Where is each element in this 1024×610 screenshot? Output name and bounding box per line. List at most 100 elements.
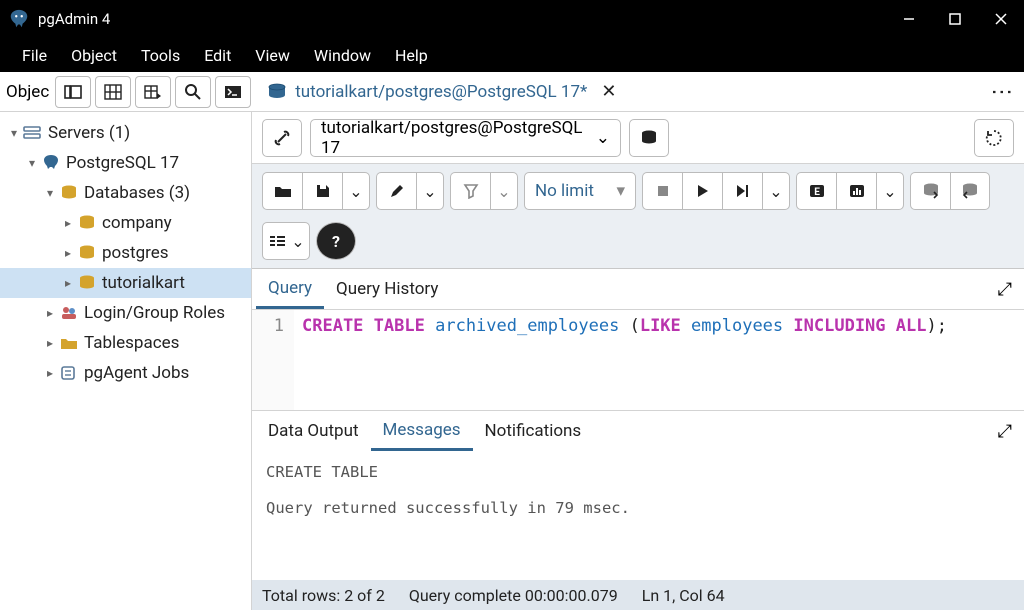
tab-query-history[interactable]: Query History xyxy=(324,271,450,307)
maximize-button[interactable] xyxy=(932,0,978,38)
commit-icon[interactable] xyxy=(910,172,950,210)
explain-dropdown-icon[interactable]: ⌄ xyxy=(876,172,904,210)
execute-line-icon[interactable] xyxy=(722,172,762,210)
close-button[interactable] xyxy=(978,0,1024,38)
editor-tabs: Query Query History ⤢ xyxy=(252,269,1024,309)
pgadmin-logo-icon xyxy=(8,8,30,30)
status-rows: Total rows: 2 of 2 xyxy=(262,586,385,605)
menu-help[interactable]: Help xyxy=(383,42,440,69)
titlebar: pgAdmin 4 xyxy=(0,0,1024,38)
editor-tab-label: tutorialkart/postgres@PostgreSQL 17* xyxy=(295,82,587,102)
close-tab-icon[interactable]: ✕ xyxy=(601,81,616,102)
chevron-down-icon: ▾ xyxy=(6,126,22,140)
chevron-right-icon: ▸ xyxy=(60,216,76,230)
menu-view[interactable]: View xyxy=(243,42,302,69)
database-icon xyxy=(76,213,98,233)
tree-servers[interactable]: ▾ Servers (1) xyxy=(0,118,251,148)
menu-window[interactable]: Window xyxy=(302,42,383,69)
tree-tablespaces-label: Tablespaces xyxy=(84,333,179,353)
macros-icon[interactable]: ⌄ xyxy=(262,222,310,260)
tree-login-roles[interactable]: ▸ Login/Group Roles xyxy=(0,298,251,328)
terminal-icon[interactable] xyxy=(215,76,251,108)
stop-icon[interactable] xyxy=(642,172,682,210)
tree-databases-label: Databases (3) xyxy=(84,183,190,203)
chevron-down-icon: ▾ xyxy=(42,186,58,200)
tree-pgagent[interactable]: ▸ pgAgent Jobs xyxy=(0,358,251,388)
tree-servers-label: Servers (1) xyxy=(48,123,130,143)
tab-query[interactable]: Query xyxy=(256,270,324,309)
more-icon[interactable]: ⋮ xyxy=(989,81,1014,103)
chevron-right-icon: ▸ xyxy=(42,366,58,380)
limit-label: No limit xyxy=(535,181,594,201)
open-file-icon[interactable] xyxy=(262,172,302,210)
limit-select[interactable]: No limit ▾ xyxy=(524,172,636,210)
messages-output: CREATE TABLE Query returned successfully… xyxy=(252,451,1024,580)
editor-tab[interactable]: tutorialkart/postgres@PostgreSQL 17* ✕ xyxy=(263,75,620,108)
tree-tablespaces[interactable]: ▸ Tablespaces xyxy=(0,328,251,358)
menu-edit[interactable]: Edit xyxy=(192,42,243,69)
menu-object[interactable]: Object xyxy=(59,42,129,69)
server-group-icon xyxy=(22,123,44,143)
save-icon[interactable] xyxy=(302,172,342,210)
filter-dropdown-icon[interactable]: ⌄ xyxy=(490,172,518,210)
tree-pgagent-label: pgAgent Jobs xyxy=(84,363,189,383)
filter-button-icon[interactable] xyxy=(450,172,490,210)
connection-label: tutorialkart/postgres@PostgreSQL 17 xyxy=(321,118,596,158)
tab-messages[interactable]: Messages xyxy=(371,412,473,451)
sql-editor[interactable]: 1 CREATE TABLE archived_employees (LIKE … xyxy=(252,309,1024,410)
search-icon[interactable] xyxy=(175,76,211,108)
rollback-icon[interactable] xyxy=(950,172,990,210)
sql-code: CREATE TABLE archived_employees (LIKE em… xyxy=(294,310,955,410)
roles-icon xyxy=(58,303,80,323)
tab-notifications[interactable]: Notifications xyxy=(473,413,594,449)
explain-analyze-icon[interactable] xyxy=(836,172,876,210)
status-bar: Total rows: 2 of 2 Query complete 00:00:… xyxy=(252,580,1024,610)
database-icon xyxy=(76,243,98,263)
result-panel: Data Output Messages Notifications ⤢ CRE… xyxy=(252,410,1024,610)
edit-icon[interactable] xyxy=(376,172,416,210)
tab-data-output[interactable]: Data Output xyxy=(256,413,371,449)
query-toolbar: ⌄ ⌄ ⌄ No limit ▾ ⌄ E xyxy=(252,164,1024,269)
properties-icon[interactable] xyxy=(55,76,91,108)
menu-file[interactable]: File xyxy=(10,42,59,69)
connection-bar: tutorialkart/postgres@PostgreSQL 17 ⌄ xyxy=(252,112,1024,164)
object-explorer: ▾ Servers (1) ▾ PostgreSQL 17 ▾ Database… xyxy=(0,112,252,610)
menu-tools[interactable]: Tools xyxy=(129,42,192,69)
tree-db-postgres[interactable]: ▸ postgres xyxy=(0,238,251,268)
status-pos: Ln 1, Col 64 xyxy=(642,586,725,605)
tree-postgresql[interactable]: ▾ PostgreSQL 17 xyxy=(0,148,251,178)
edit-dropdown-icon[interactable]: ⌄ xyxy=(416,172,444,210)
database-icon xyxy=(76,273,98,293)
minimize-button[interactable] xyxy=(886,0,932,38)
explain-icon[interactable]: E xyxy=(796,172,836,210)
window-title: pgAdmin 4 xyxy=(38,10,110,28)
expand-output-icon[interactable]: ⤢ xyxy=(998,421,1012,442)
chevron-right-icon: ▸ xyxy=(42,306,58,320)
filter-icon[interactable] xyxy=(135,76,171,108)
line-gutter: 1 xyxy=(252,310,294,410)
execute-icon[interactable] xyxy=(682,172,722,210)
jobs-icon xyxy=(58,363,80,383)
chevron-right-icon: ▸ xyxy=(42,336,58,350)
output-tabs: Data Output Messages Notifications ⤢ xyxy=(252,411,1024,451)
top-toolbar: Objec tutorialkart/postgres@PostgreSQL 1… xyxy=(0,72,1024,112)
status-time: Query complete 00:00:00.079 xyxy=(409,586,618,605)
tree-databases[interactable]: ▾ Databases (3) xyxy=(0,178,251,208)
database-icon xyxy=(58,183,80,203)
folder-icon xyxy=(58,333,80,353)
expand-editor-icon[interactable]: ⤢ xyxy=(998,279,1012,300)
tree-pg-label: PostgreSQL 17 xyxy=(66,153,179,173)
elephant-icon xyxy=(40,153,62,173)
execute-dropdown-icon[interactable]: ⌄ xyxy=(762,172,790,210)
tree-db-tutorialkart[interactable]: ▸ tutorialkart xyxy=(0,268,251,298)
connection-select[interactable]: tutorialkart/postgres@PostgreSQL 17 ⌄ xyxy=(310,119,621,157)
connection-status-icon[interactable] xyxy=(262,119,302,157)
new-connection-icon[interactable] xyxy=(629,119,669,157)
database-tab-icon xyxy=(267,83,287,101)
help-icon[interactable]: ? xyxy=(316,222,356,260)
chevron-down-icon: ▾ xyxy=(616,181,625,201)
tree-db-company[interactable]: ▸ company xyxy=(0,208,251,238)
reset-layout-icon[interactable] xyxy=(974,119,1014,157)
grid-icon[interactable] xyxy=(95,76,131,108)
save-dropdown-icon[interactable]: ⌄ xyxy=(342,172,370,210)
